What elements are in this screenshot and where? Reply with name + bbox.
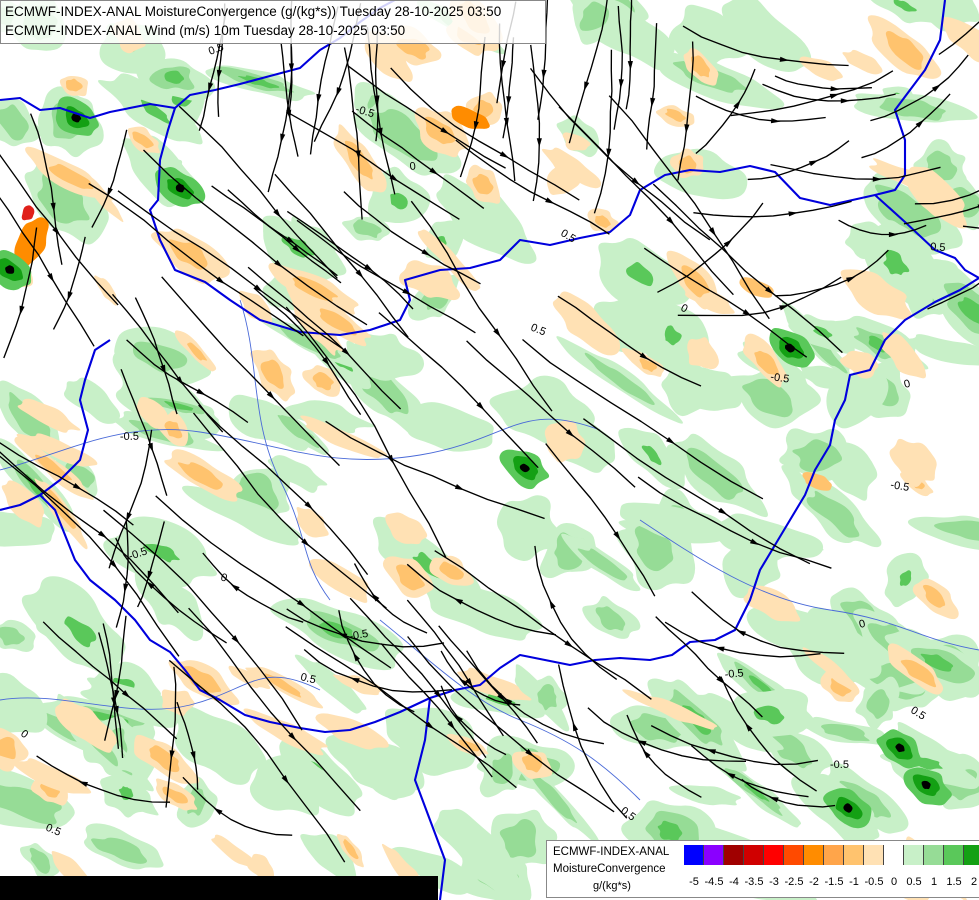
legend-tick-label: 0 — [890, 876, 898, 888]
map-canvas: 0.5-0.500.5-0.5 00.5-0.500.5-0.500.5-0.50… — [0, 0, 979, 900]
color-legend: ECMWF-INDEX-ANAL MoistureConvergence g/(… — [546, 840, 979, 898]
title-line-wind: ECMWF-INDEX-ANAL Wind (m/s) 10m Tuesday … — [5, 23, 406, 38]
legend-units: g/(kg*s) — [593, 880, 631, 892]
legend-tick-label: -2.5 — [784, 876, 804, 888]
legend-swatch — [884, 845, 904, 865]
legend-tick-labels: -5 -4.5 -4 -3.5 -3 -2.5 -2 -1.5 -1 -0.5 0 0.5 1 1.5 2 — [689, 876, 979, 890]
contour-label: -0.5 — [724, 667, 744, 681]
contour-label: -0.5 — [830, 759, 849, 771]
legend-color-bar — [684, 845, 979, 865]
legend-tick-label: -4.5 — [704, 876, 724, 888]
legend-tick-label: -1 — [849, 876, 859, 888]
legend-tick-label: 1 — [930, 876, 938, 888]
legend-tick-label: 0.5 — [906, 876, 922, 888]
legend-swatch — [744, 845, 764, 865]
contour-label: 0.5 — [930, 241, 946, 254]
legend-swatch — [904, 845, 924, 865]
legend-swatch — [784, 845, 804, 865]
legend-swatch — [924, 845, 944, 865]
legend-swatch — [964, 845, 979, 865]
legend-swatch — [804, 845, 824, 865]
legend-tick-label: -5 — [689, 876, 699, 888]
legend-swatch — [764, 845, 784, 865]
legend-tick-label: 2 — [970, 876, 978, 888]
map-title-box: ECMWF-INDEX-ANAL MoistureConvergence (g/… — [0, 0, 546, 44]
legend-swatch — [724, 845, 744, 865]
weather-map: 0.5 -0.5 0 0.5 -0.5 0 0.5 -0.5 0 0.5 -0.5 0 0.5 -0.5 0… — [0, 0, 979, 900]
legend-swatch — [944, 845, 964, 865]
legend-swatch — [704, 845, 724, 865]
legend-tick-label: -4 — [729, 876, 739, 888]
legend-swatch — [824, 845, 844, 865]
legend-tick-label: -0.5 — [864, 876, 884, 888]
bottom-dark-strip — [0, 876, 438, 900]
contour-label: -0.5 — [120, 431, 139, 443]
legend-model-name: ECMWF-INDEX-ANAL — [553, 846, 670, 858]
divergence-area — [0, 736, 16, 760]
legend-swatch — [684, 845, 704, 865]
legend-tick-label: -3 — [769, 876, 779, 888]
legend-tick-label: 1.5 — [946, 876, 962, 888]
title-line-moisture: ECMWF-INDEX-ANAL MoistureConvergence (g/… — [5, 4, 502, 19]
contour-label: 0 — [409, 160, 416, 173]
legend-tick-label: -1.5 — [824, 876, 844, 888]
legend-tick-label: -3.5 — [744, 876, 764, 888]
legend-swatch — [844, 845, 864, 865]
legend-parameter-name: MoistureConvergence — [553, 863, 666, 875]
legend-tick-label: -2 — [809, 876, 819, 888]
legend-swatch — [864, 845, 884, 865]
